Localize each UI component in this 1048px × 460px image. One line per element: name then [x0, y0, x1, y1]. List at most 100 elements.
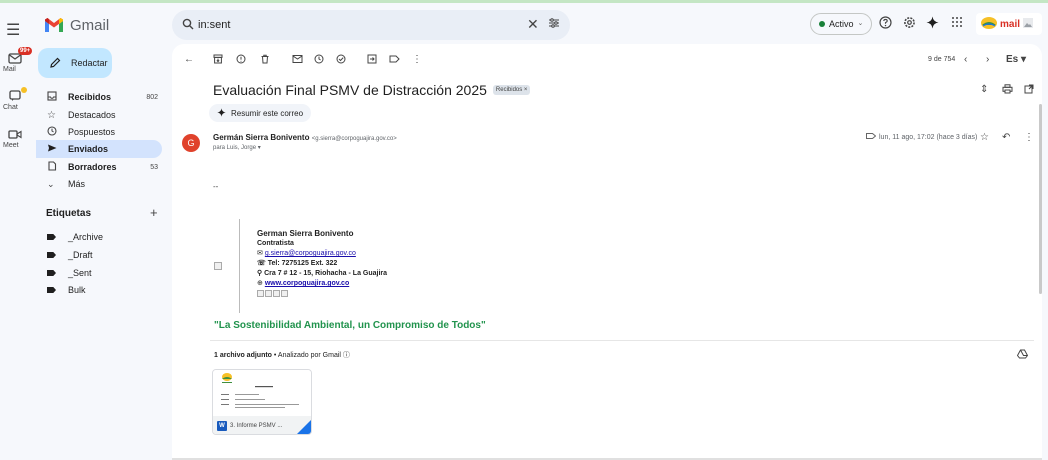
- label-item[interactable]: _Sent: [47, 268, 92, 278]
- video-icon: [8, 128, 22, 140]
- label-tag-icon: [866, 133, 877, 141]
- more-vert-icon[interactable]: ⋮: [412, 54, 422, 65]
- broken-image-icon[interactable]: [281, 290, 288, 297]
- add-task-icon[interactable]: [336, 54, 346, 67]
- attachment-corner-fold: [297, 420, 311, 434]
- settings-gear-icon[interactable]: [903, 16, 916, 32]
- inbox-icon: [47, 90, 61, 104]
- sidebar-item-snoozed[interactable]: Pospuestos: [36, 123, 162, 141]
- scrollbar[interactable]: [1039, 104, 1042, 294]
- search-options-icon[interactable]: [548, 17, 560, 32]
- label-name: _Sent: [68, 268, 92, 278]
- search-input[interactable]: in:sent: [198, 19, 230, 31]
- gmail-m-icon: [44, 18, 64, 33]
- social-images: [257, 290, 387, 297]
- rail-meet[interactable]: Meet: [0, 128, 30, 149]
- account-button[interactable]: mail: [976, 13, 1042, 35]
- print-icon[interactable]: [1002, 84, 1013, 97]
- rail-mail[interactable]: 99+ Mail: [0, 47, 33, 73]
- app-rail: ☰ 99+ Mail Chat Meet: [0, 0, 33, 460]
- email-subject: Evaluación Final PSMV de Distracción 202…: [213, 82, 487, 98]
- recipients-line[interactable]: para Luis, Jorge ▾: [213, 144, 261, 151]
- sidebar-item-label: Más: [68, 179, 86, 189]
- broken-image-icon[interactable]: [273, 290, 280, 297]
- sidebar-item-drafts[interactable]: Borradores 53: [36, 158, 162, 176]
- open-new-window-icon[interactable]: [1024, 84, 1034, 97]
- status-label: Activo: [829, 19, 854, 29]
- signature-role: Contratista: [257, 240, 294, 247]
- signature-dash: --: [213, 182, 219, 191]
- broken-image-icon[interactable]: [265, 290, 272, 297]
- gmail-logo[interactable]: Gmail: [44, 17, 109, 34]
- clear-search-icon[interactable]: ✕: [527, 16, 539, 33]
- chevron-down-icon: ▾: [257, 145, 261, 151]
- newer-chevron-icon[interactable]: ‹: [964, 54, 967, 65]
- older-chevron-icon[interactable]: ›: [986, 54, 989, 65]
- sidebar-item-label: Destacados: [68, 110, 116, 120]
- move-to-icon[interactable]: [367, 54, 377, 67]
- unread-count: 802: [146, 93, 158, 101]
- chat-notification-dot: [21, 87, 27, 93]
- reply-icon[interactable]: ↶: [1002, 132, 1010, 143]
- draft-count: 53: [150, 163, 158, 171]
- sidebar-item-label: Recibidos: [68, 92, 112, 102]
- attachments-divider: [210, 340, 1034, 341]
- add-label-icon[interactable]: +: [150, 205, 158, 220]
- compose-label: Redactar: [71, 58, 108, 68]
- compose-button[interactable]: Redactar: [38, 48, 112, 78]
- label-name: _Archive: [68, 232, 104, 242]
- language-selector[interactable]: Es ▾: [1006, 54, 1026, 65]
- sidebar-item-label: Borradores: [68, 162, 117, 172]
- label-name: _Draft: [68, 250, 93, 260]
- delete-icon[interactable]: [260, 54, 270, 67]
- sidebar-item-label: Enviados: [68, 144, 109, 154]
- report-spam-icon[interactable]: [236, 54, 246, 67]
- sidebar-item-label: Pospuestos: [68, 127, 116, 137]
- snooze-clock-icon[interactable]: [314, 54, 324, 67]
- more-vert-icon[interactable]: ⋮: [1024, 132, 1034, 143]
- labels-heading: Etiquetas: [46, 208, 92, 219]
- attachment-card[interactable]: W 3. Informe PSMV ...: [212, 369, 312, 435]
- search-icon[interactable]: [182, 18, 194, 33]
- star-icon[interactable]: ☆: [980, 132, 989, 143]
- status-dropdown[interactable]: Activo ⌄: [810, 13, 873, 35]
- mark-unread-icon[interactable]: [292, 54, 303, 67]
- org-logo-icon: [980, 16, 998, 33]
- star-icon: ☆: [47, 109, 56, 121]
- account-avatar-icon: [1022, 17, 1034, 32]
- apps-grid-icon[interactable]: [951, 16, 963, 31]
- label-icon[interactable]: [389, 54, 400, 67]
- main-menu-icon[interactable]: ☰: [6, 20, 20, 40]
- signature-email-link[interactable]: g.sierra@corpoguajira.gov.co: [265, 250, 356, 257]
- label-tag-icon: [47, 270, 56, 276]
- sender-avatar[interactable]: G: [182, 134, 200, 152]
- expand-all-icon[interactable]: ⇕: [980, 84, 988, 95]
- attachment-name: 3. Informe PSMV ...: [230, 423, 283, 429]
- attachments-header: 1 archivo adjunto • Analizado por Gmail …: [214, 350, 350, 360]
- gemini-sparkle-icon[interactable]: [926, 16, 939, 32]
- inbox-label-chip[interactable]: Recibidos ×: [492, 85, 531, 95]
- signature-website-link[interactable]: www.corpoguajira.gov.co: [265, 280, 349, 287]
- label-tag-icon: [47, 287, 56, 293]
- summarize-button[interactable]: Resumir este correo: [209, 104, 312, 122]
- attachment-thumbnail: [213, 370, 311, 416]
- archive-icon[interactable]: [213, 54, 223, 67]
- sidebar-item-sent[interactable]: Enviados: [36, 140, 162, 158]
- sidebar-item-inbox[interactable]: Recibidos 802: [36, 88, 162, 106]
- label-item[interactable]: _Archive: [47, 232, 103, 242]
- sidebar-item-starred[interactable]: ☆ Destacados: [36, 106, 162, 124]
- back-arrow-icon[interactable]: ←: [184, 54, 194, 65]
- broken-image-icon[interactable]: [257, 290, 264, 297]
- sidebar-item-more[interactable]: ⌄ Más: [36, 175, 162, 193]
- rail-chat[interactable]: Chat: [0, 87, 30, 111]
- search-bar[interactable]: in:sent ✕: [172, 10, 570, 40]
- signature-address: Cra 7 # 12 - 15, Riohacha - La Guajira: [264, 270, 388, 277]
- label-item[interactable]: _Draft: [47, 250, 93, 260]
- label-item[interactable]: Bulk: [47, 285, 86, 295]
- sender-name[interactable]: Germán Sierra Bonivento: [213, 133, 309, 142]
- signature-divider: [239, 219, 240, 313]
- add-to-drive-icon[interactable]: [1016, 349, 1029, 362]
- help-icon[interactable]: [879, 16, 892, 32]
- clock-icon: [47, 125, 61, 139]
- language-label: Es: [1006, 54, 1019, 65]
